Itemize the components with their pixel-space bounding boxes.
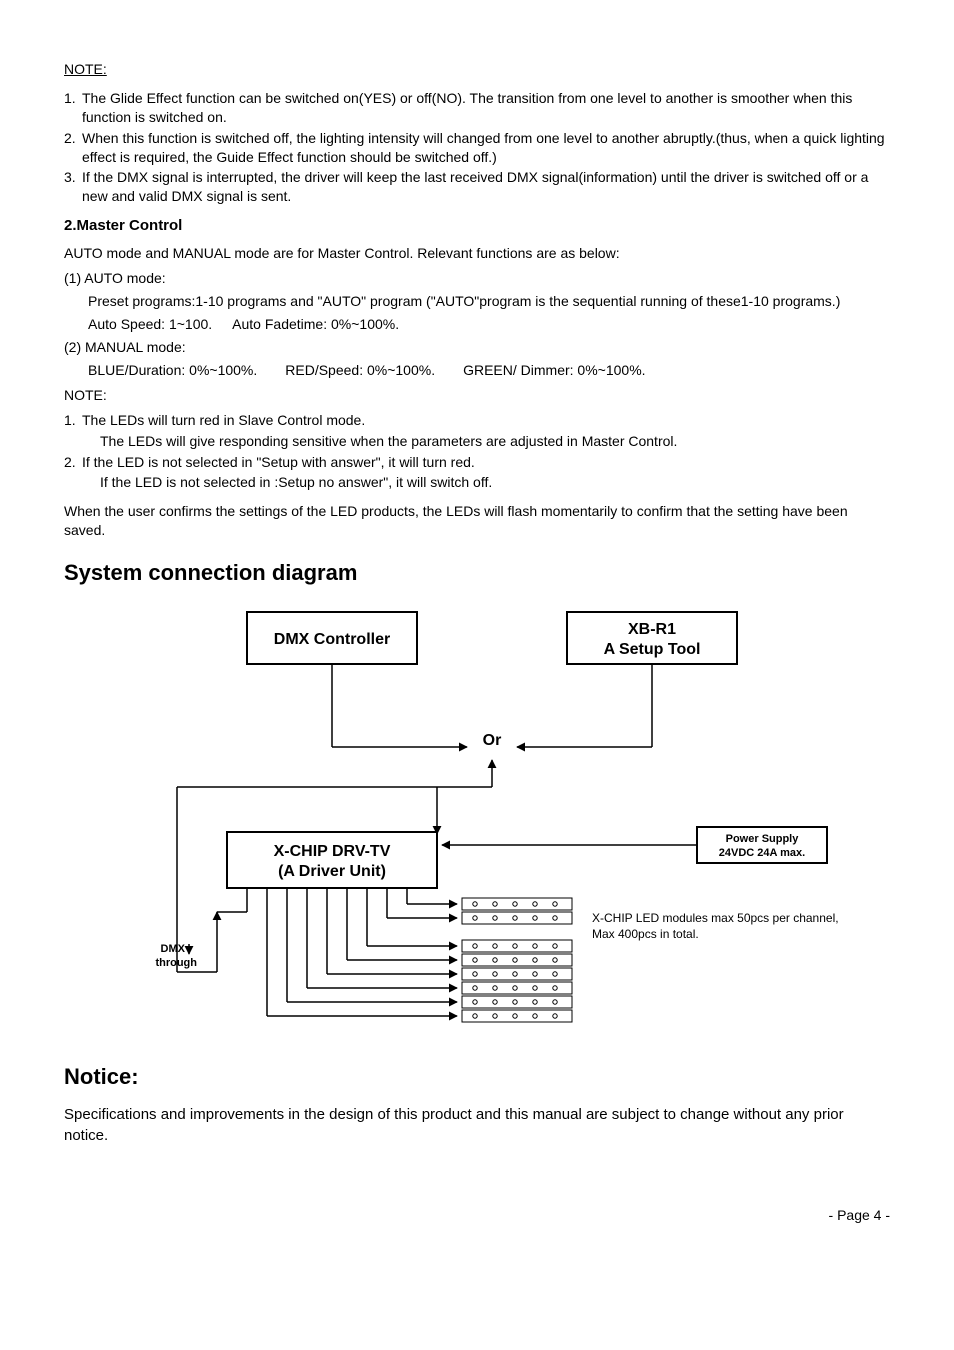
item-text: The LEDs will turn red in Slave Control … bbox=[82, 411, 890, 430]
auto-mode-label: (1) AUTO mode: bbox=[64, 269, 890, 288]
page-number: - Page 4 - bbox=[64, 1206, 890, 1225]
list-item: The LEDs will give responding sensitive … bbox=[82, 432, 890, 451]
modules-label-2: Max 400pcs in total. bbox=[592, 927, 699, 941]
item-text: The LEDs will give responding sensitive … bbox=[100, 432, 890, 451]
item-text: If the DMX signal is interrupted, the dr… bbox=[82, 168, 890, 206]
diagram-svg: DMX Controller XB-R1 A Setup Tool Or X-C… bbox=[97, 602, 857, 1042]
item-text: When this function is switched off, the … bbox=[82, 129, 890, 167]
item-text: If the LED is not selected in "Setup wit… bbox=[82, 453, 890, 472]
dmx-through-label-1: DMX bbox=[161, 943, 186, 955]
list-item: 1. The Glide Effect function can be swit… bbox=[64, 89, 890, 127]
xb-r1-label-2: A Setup Tool bbox=[604, 641, 701, 658]
item-number: 3. bbox=[64, 168, 78, 206]
item-number: 2. bbox=[64, 129, 78, 167]
list-item: 2. When this function is switched off, t… bbox=[64, 129, 890, 167]
modules-label-1: X-CHIP LED modules max 50pcs per channel… bbox=[592, 911, 839, 925]
connection-diagram: DMX Controller XB-R1 A Setup Tool Or X-C… bbox=[64, 602, 890, 1042]
item-number: 1. bbox=[64, 89, 78, 127]
or-label: Or bbox=[483, 732, 502, 749]
manual-blue: BLUE/Duration: 0%~100%. bbox=[88, 361, 257, 380]
diagram-heading: System connection diagram bbox=[64, 558, 890, 588]
list-item: 1. The LEDs will turn red in Slave Contr… bbox=[64, 411, 890, 430]
master-control-heading: 2.Master Control bbox=[64, 216, 890, 236]
notice-body: Specifications and improvements in the d… bbox=[64, 1105, 890, 1146]
driver-label-2: (A Driver Unit) bbox=[278, 863, 386, 880]
psu-label-1: Power Supply bbox=[726, 833, 800, 845]
master-intro: AUTO mode and MANUAL mode are for Master… bbox=[64, 244, 890, 263]
xb-r1-label-1: XB-R1 bbox=[628, 621, 676, 638]
auto-presets: Preset programs:1-10 programs and "AUTO"… bbox=[88, 292, 890, 311]
list-item: If the LED is not selected in :Setup no … bbox=[82, 473, 890, 492]
dmx-controller-label: DMX Controller bbox=[274, 631, 390, 648]
notice-heading: Notice: bbox=[64, 1062, 890, 1092]
auto-speed: Auto Speed: 1~100. bbox=[88, 315, 212, 334]
note-heading: NOTE: bbox=[64, 60, 890, 79]
item-number: 1. bbox=[64, 411, 78, 430]
psu-label-2: 24VDC 24A max. bbox=[719, 847, 805, 859]
manual-green: GREEN/ Dimmer: 0%~100%. bbox=[463, 361, 645, 380]
item-number: 2. bbox=[64, 453, 78, 472]
driver-label-1: X-CHIP DRV-TV bbox=[274, 843, 391, 860]
item-number bbox=[82, 432, 96, 451]
note-list: 1. The Glide Effect function can be swit… bbox=[64, 89, 890, 206]
manual-red: RED/Speed: 0%~100%. bbox=[285, 361, 435, 380]
item-text: If the LED is not selected in :Setup no … bbox=[100, 473, 890, 492]
item-number bbox=[82, 473, 96, 492]
note2-tail: When the user confirms the settings of t… bbox=[64, 502, 890, 540]
manual-mode-label: (2) MANUAL mode: bbox=[64, 338, 890, 357]
note2-list: 1. The LEDs will turn red in Slave Contr… bbox=[64, 411, 890, 493]
note2-heading: NOTE: bbox=[64, 386, 890, 405]
list-item: 3. If the DMX signal is interrupted, the… bbox=[64, 168, 890, 206]
item-text: The Glide Effect function can be switche… bbox=[82, 89, 890, 127]
dmx-through-label-2: through bbox=[155, 957, 197, 969]
list-item: 2. If the LED is not selected in "Setup … bbox=[64, 453, 890, 472]
auto-fadetime: Auto Fadetime: 0%~100%. bbox=[232, 315, 399, 334]
